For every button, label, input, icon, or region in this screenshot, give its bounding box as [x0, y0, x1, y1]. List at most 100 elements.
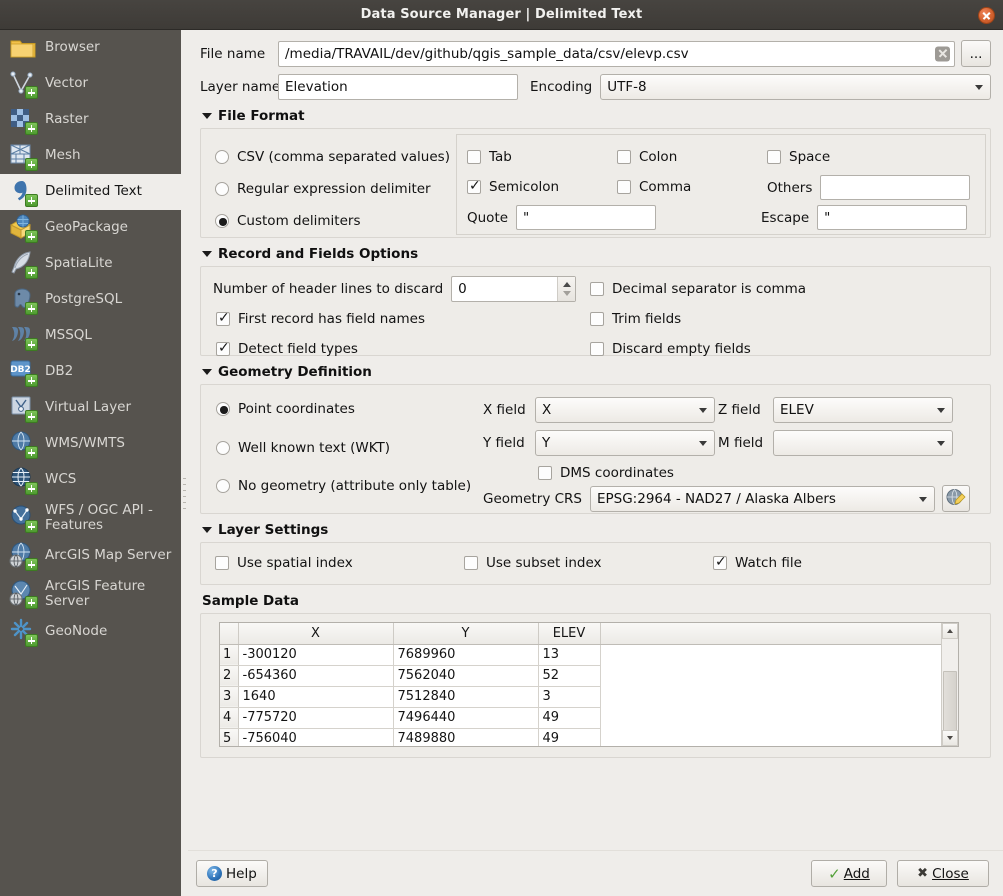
- arcgis-map-server-icon: [8, 541, 38, 571]
- escape-input[interactable]: [817, 205, 967, 230]
- file-format-header[interactable]: File Format: [202, 108, 991, 124]
- scroll-down-icon[interactable]: [942, 730, 958, 746]
- sample-data-table-wrap[interactable]: X Y ELEV 1 -300120 7689960 13: [219, 622, 959, 747]
- column-header-y[interactable]: Y: [393, 623, 538, 644]
- clear-icon[interactable]: [935, 46, 950, 61]
- browse-file-button[interactable]: ...: [961, 40, 991, 67]
- checkbox-comma[interactable]: Comma: [617, 179, 691, 195]
- sidebar-splitter[interactable]: [181, 30, 188, 896]
- header-lines-spinbox[interactable]: 0: [451, 276, 576, 302]
- checkbox-semicolon[interactable]: Semicolon: [467, 179, 559, 195]
- cell-x[interactable]: 1640: [238, 686, 393, 707]
- sidebar-item-wfs-ogc-api-features[interactable]: WFS / OGC API - Features: [0, 498, 181, 538]
- cell-elev[interactable]: 3: [538, 686, 600, 707]
- sidebar-item-delimited-text[interactable]: Delimited Text: [0, 174, 181, 210]
- cell-elev[interactable]: 49: [538, 707, 600, 728]
- radio-csv[interactable]: CSV (comma separated values): [215, 149, 480, 165]
- cell-elev[interactable]: 52: [538, 665, 600, 686]
- sidebar-item-geopackage[interactable]: GeoPackage: [0, 210, 181, 246]
- column-header-x[interactable]: X: [238, 623, 393, 644]
- sidebar-item-spatialite[interactable]: SpatiaLite: [0, 246, 181, 282]
- scrollbar-thumb[interactable]: [943, 671, 957, 731]
- checkbox-dms-coordinates[interactable]: DMS coordinates: [538, 465, 674, 481]
- radio-point-coordinates[interactable]: Point coordinates: [216, 401, 355, 417]
- sidebar-item-postgresql[interactable]: PostgreSQL: [0, 282, 181, 318]
- checkbox-colon[interactable]: Colon: [617, 149, 677, 165]
- scroll-up-icon[interactable]: [942, 623, 958, 639]
- encoding-combo[interactable]: UTF-8: [600, 74, 991, 100]
- sidebar-item-wms-wmts[interactable]: WMS/WMTS: [0, 426, 181, 462]
- add-button[interactable]: ✓ Add: [811, 860, 887, 887]
- cell-x[interactable]: -300120: [238, 644, 393, 665]
- record-fields-header[interactable]: Record and Fields Options: [202, 246, 991, 262]
- file-format-title: File Format: [218, 108, 305, 124]
- radio-regex-delimiter[interactable]: Regular expression delimiter: [215, 181, 480, 197]
- checkbox-use-subset-index[interactable]: Use subset index: [464, 555, 602, 571]
- geometry-crs-combo[interactable]: EPSG:2964 - NAD27 / Alaska Albers: [590, 486, 935, 512]
- cell-y[interactable]: 7489880: [393, 728, 538, 747]
- geonode-icon: [8, 617, 38, 647]
- sample-data-vertical-scrollbar[interactable]: [941, 623, 958, 746]
- cell-y[interactable]: 7512840: [393, 686, 538, 707]
- layer-name-input[interactable]: [278, 74, 518, 100]
- cell-x[interactable]: -654360: [238, 665, 393, 686]
- others-delimiter-input[interactable]: [820, 175, 970, 200]
- checkbox-decimal-separator-comma[interactable]: Decimal separator is comma: [590, 281, 806, 297]
- checkbox-first-record-field-names[interactable]: First record has field names: [216, 311, 425, 327]
- checkbox-space[interactable]: Space: [767, 149, 830, 165]
- geometry-definition-header[interactable]: Geometry Definition: [202, 364, 991, 380]
- sidebar-item-geonode[interactable]: GeoNode: [0, 614, 181, 650]
- cell-elev[interactable]: 13: [538, 644, 600, 665]
- sample-data-table: X Y ELEV 1 -300120 7689960 13: [220, 623, 942, 747]
- checkbox-detect-field-types[interactable]: Detect field types: [216, 341, 358, 357]
- radio-no-geometry[interactable]: No geometry (attribute only table): [216, 478, 471, 494]
- close-button[interactable]: ✖ Close: [897, 860, 989, 887]
- sidebar-item-db2[interactable]: DB2 DB2: [0, 354, 181, 390]
- row-number: 3: [220, 686, 238, 707]
- checkbox-watch-file[interactable]: Watch file: [713, 555, 802, 571]
- y-field-combo[interactable]: Y: [535, 430, 715, 456]
- cell-y[interactable]: 7689960: [393, 644, 538, 665]
- help-button[interactable]: ? Help: [196, 860, 268, 887]
- sidebar-item-vector[interactable]: Vector: [0, 66, 181, 102]
- cell-x[interactable]: -756040: [238, 728, 393, 747]
- sidebar-item-virtual-layer[interactable]: Virtual Layer: [0, 390, 181, 426]
- sidebar-item-mesh[interactable]: Mesh: [0, 138, 181, 174]
- source-type-sidebar[interactable]: Browser Vector: [0, 30, 181, 896]
- sample-data-title: Sample Data: [202, 593, 299, 609]
- table-row[interactable]: 5 -756040 7489880 49: [220, 728, 942, 747]
- file-name-input[interactable]: [278, 41, 955, 67]
- cell-y[interactable]: 7496440: [393, 707, 538, 728]
- sidebar-item-label: WMS/WMTS: [45, 436, 125, 451]
- checkbox-discard-empty-fields[interactable]: Discard empty fields: [590, 341, 751, 357]
- m-field-combo[interactable]: [773, 430, 953, 456]
- sidebar-item-mssql[interactable]: MSSQL: [0, 318, 181, 354]
- spinner-arrows[interactable]: [557, 277, 575, 301]
- sidebar-item-arcgis-feature-server[interactable]: ArcGIS Feature Server: [0, 574, 181, 614]
- checkbox-tab[interactable]: Tab: [467, 149, 512, 165]
- sidebar-item-wcs[interactable]: WCS: [0, 462, 181, 498]
- checkbox-trim-fields[interactable]: Trim fields: [590, 311, 681, 327]
- table-row[interactable]: 2 -654360 7562040 52: [220, 665, 942, 686]
- cell-y[interactable]: 7562040: [393, 665, 538, 686]
- sidebar-item-browser[interactable]: Browser: [0, 30, 181, 66]
- sidebar-item-arcgis-map-server[interactable]: ArcGIS Map Server: [0, 538, 181, 574]
- table-row[interactable]: 1 -300120 7689960 13: [220, 644, 942, 665]
- select-crs-globe-icon[interactable]: [942, 485, 970, 512]
- table-row[interactable]: 3 1640 7512840 3: [220, 686, 942, 707]
- row-number: 4: [220, 707, 238, 728]
- window-close-icon[interactable]: [978, 7, 995, 24]
- radio-custom-delimiters[interactable]: Custom delimiters: [215, 213, 480, 229]
- layer-settings-header[interactable]: Layer Settings: [202, 522, 991, 538]
- z-field-combo[interactable]: ELEV: [773, 397, 953, 423]
- column-header-elev[interactable]: ELEV: [538, 623, 600, 644]
- cell-elev[interactable]: 49: [538, 728, 600, 747]
- radio-well-known-text[interactable]: Well known text (WKT): [216, 440, 390, 456]
- layer-settings-group: Use spatial index Use subset index Watch…: [200, 542, 991, 585]
- checkbox-use-spatial-index[interactable]: Use spatial index: [215, 555, 353, 571]
- table-row[interactable]: 4 -775720 7496440 49: [220, 707, 942, 728]
- quote-input[interactable]: [516, 205, 656, 230]
- sidebar-item-raster[interactable]: Raster: [0, 102, 181, 138]
- x-field-combo[interactable]: X: [535, 397, 715, 423]
- cell-x[interactable]: -775720: [238, 707, 393, 728]
